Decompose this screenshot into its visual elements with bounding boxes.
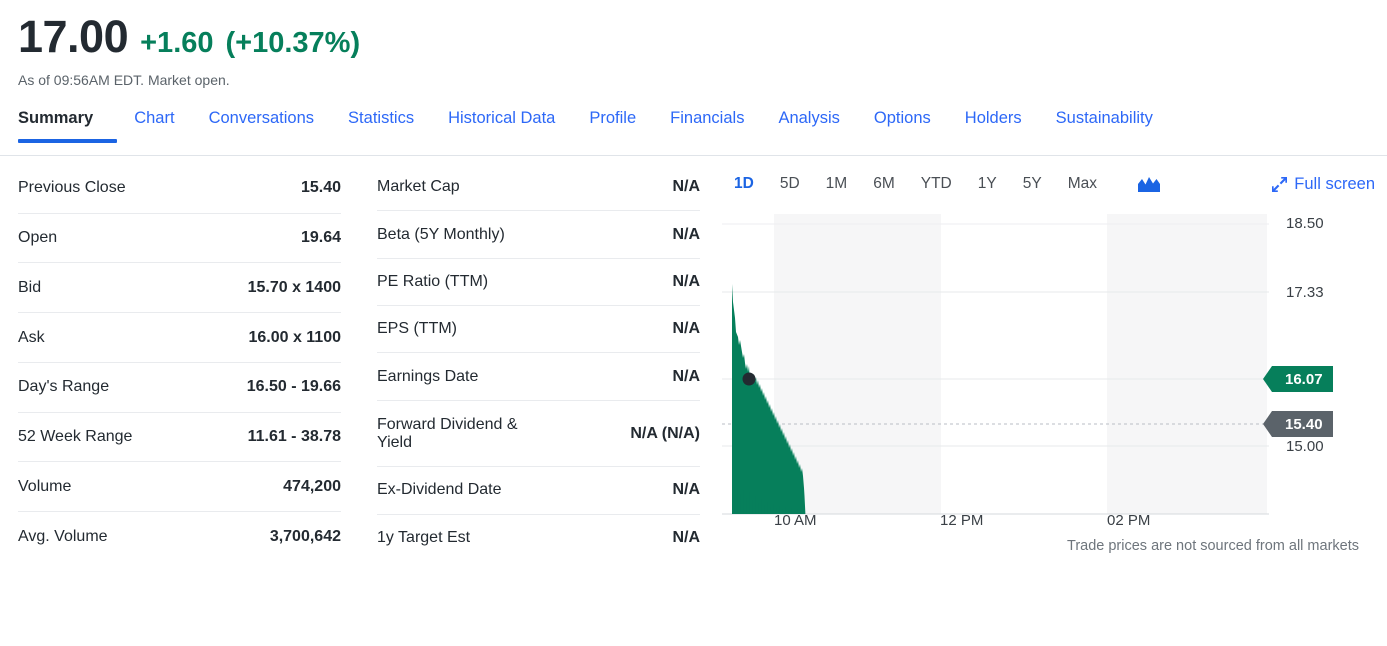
stat-label: Forward Dividend & Yield [377, 415, 518, 451]
range-button-max[interactable]: Max [1055, 176, 1110, 192]
stat-label: Day's Range [18, 378, 110, 396]
x-axis-label: 02 PM [1107, 512, 1151, 529]
tab-profile[interactable]: Profile [572, 110, 653, 141]
stat-label: EPS (TTM) [377, 320, 457, 338]
stat-value: N/A [672, 320, 700, 338]
table-row: Ask 16.00 x 1100 [18, 313, 341, 363]
stat-label: Previous Close [18, 179, 126, 197]
x-axis-label: 10 AM [774, 512, 817, 529]
tab-summary[interactable]: Summary [18, 110, 118, 142]
tab-historical-data[interactable]: Historical Data [431, 110, 572, 141]
current-price-flag: 16.07 [1263, 366, 1333, 392]
table-row: PE Ratio (TTM) N/A [377, 258, 700, 306]
x-axis-label: 12 PM [940, 512, 984, 529]
stat-label: Market Cap [377, 178, 460, 196]
fullscreen-button[interactable]: Full screen [1272, 175, 1387, 194]
previous-close-flag: 15.40 [1263, 411, 1333, 437]
table-row: Avg. Volume 3,700,642 [18, 512, 341, 561]
stat-label: Earnings Date [377, 367, 479, 385]
mountain-chart-icon[interactable] [1137, 176, 1160, 192]
table-row: Open 19.64 [18, 213, 341, 263]
chart-panel: 1D 5D 1M 6M YTD 1Y 5Y Max Full screen 18… [722, 164, 1387, 561]
range-button-ytd[interactable]: YTD [908, 176, 965, 192]
stat-label: Ex-Dividend Date [377, 481, 502, 499]
stat-label: PE Ratio (TTM) [377, 272, 489, 290]
stat-label: Volume [18, 477, 72, 495]
stats-table-right: Market Cap N/A Beta (5Y Monthly) N/A PE Rati… [377, 164, 700, 561]
stat-value: 16.50 - 19.66 [246, 378, 341, 396]
table-row: EPS (TTM) N/A [377, 306, 700, 353]
market-status-text: As of 09:56AM EDT. Market open. [18, 72, 230, 88]
stats-table-left: Previous Close 15.40 Open 19.64 Bid 15.70 x 1… [18, 164, 341, 561]
stat-value: 474,200 [283, 477, 341, 495]
stat-label: Avg. Volume [18, 527, 108, 545]
stat-value: N/A [672, 367, 700, 385]
stat-value: 16.00 x 1100 [248, 328, 341, 346]
expand-arrows-icon [1272, 176, 1288, 192]
summary-body: Previous Close 15.40 Open 19.64 Bid 15.70 x 1… [0, 156, 1387, 561]
y-axis-label: 18.50 [1286, 215, 1324, 232]
stat-value: N/A [672, 178, 700, 196]
range-button-1d[interactable]: 1D [722, 176, 767, 192]
stat-value: N/A [672, 528, 700, 546]
tab-holders[interactable]: Holders [948, 110, 1039, 141]
table-row: 1y Target Est N/A [377, 514, 700, 561]
chart-range-toolbar: 1D 5D 1M 6M YTD 1Y 5Y Max Full screen [722, 164, 1387, 198]
stat-value: 19.64 [300, 229, 341, 247]
tab-statistics[interactable]: Statistics [331, 110, 431, 141]
table-row: Earnings Date N/A [377, 353, 700, 401]
table-row: Day's Range 16.50 - 19.66 [18, 362, 341, 413]
stat-label: 52 Week Range [18, 428, 133, 446]
table-row: Forward Dividend & Yield N/A (N/A) [377, 400, 700, 467]
table-row: Previous Close 15.40 [18, 164, 341, 214]
table-row: Market Cap N/A [377, 164, 700, 211]
stat-value: 15.40 [300, 179, 341, 197]
stat-value: 11.61 - 38.78 [247, 428, 341, 446]
price-row: 17.00 +1.60 (+10.37%) [18, 14, 1387, 66]
chart-footnote: Trade prices are not sourced from all ma… [1067, 538, 1359, 554]
stat-label: Beta (5Y Monthly) [377, 225, 505, 243]
stat-value: N/A [672, 272, 700, 290]
y-axis-label: 17.33 [1286, 284, 1324, 301]
range-button-1m[interactable]: 1M [813, 176, 861, 192]
table-row: Beta (5Y Monthly) N/A [377, 211, 700, 259]
y-axis-label: 15.00 [1286, 438, 1324, 455]
stat-value: N/A [672, 225, 700, 243]
stat-value: 15.70 x 1400 [247, 278, 341, 296]
price-change: +1.60 [140, 27, 214, 59]
stat-label: 1y Target Est [377, 528, 471, 546]
stat-label: Ask [18, 328, 45, 346]
tab-financials[interactable]: Financials [653, 110, 761, 141]
range-button-6m[interactable]: 6M [860, 176, 908, 192]
range-button-5d[interactable]: 5D [767, 176, 813, 192]
quote-header: 17.00 +1.60 (+10.37%) As of 09:56AM EDT.… [0, 0, 1387, 88]
table-row: Volume 474,200 [18, 462, 341, 512]
fullscreen-label: Full screen [1294, 174, 1375, 193]
stat-value: N/A (N/A) [630, 424, 700, 442]
table-row: Ex-Dividend Date N/A [377, 467, 700, 515]
last-price: 17.00 [18, 11, 129, 62]
tab-sustainability[interactable]: Sustainability [1039, 110, 1170, 141]
table-row: Bid 15.70 x 1400 [18, 263, 341, 313]
stat-label: Open [18, 229, 58, 247]
price-change-percent: (+10.37%) [225, 27, 361, 59]
tab-options[interactable]: Options [857, 110, 948, 141]
stat-value: 3,700,642 [269, 527, 341, 545]
stat-value: N/A [672, 481, 700, 499]
table-row: 52 Week Range 11.61 - 38.78 [18, 412, 341, 462]
tab-analysis[interactable]: Analysis [761, 110, 856, 141]
range-button-1y[interactable]: 1Y [965, 176, 1010, 192]
stat-label: Bid [18, 278, 42, 296]
current-price-marker [742, 372, 756, 386]
session-band [1107, 214, 1267, 514]
tab-conversations[interactable]: Conversations [192, 110, 331, 141]
chart-plot-area[interactable]: 18.50 17.33 15.00 16.07 15.40 10 AM 12 P… [722, 206, 1387, 561]
range-button-5y[interactable]: 5Y [1010, 176, 1055, 192]
tab-chart[interactable]: Chart [117, 110, 191, 141]
quote-nav-tabs: Summary Chart Conversations Statistics Histo… [0, 110, 1387, 156]
